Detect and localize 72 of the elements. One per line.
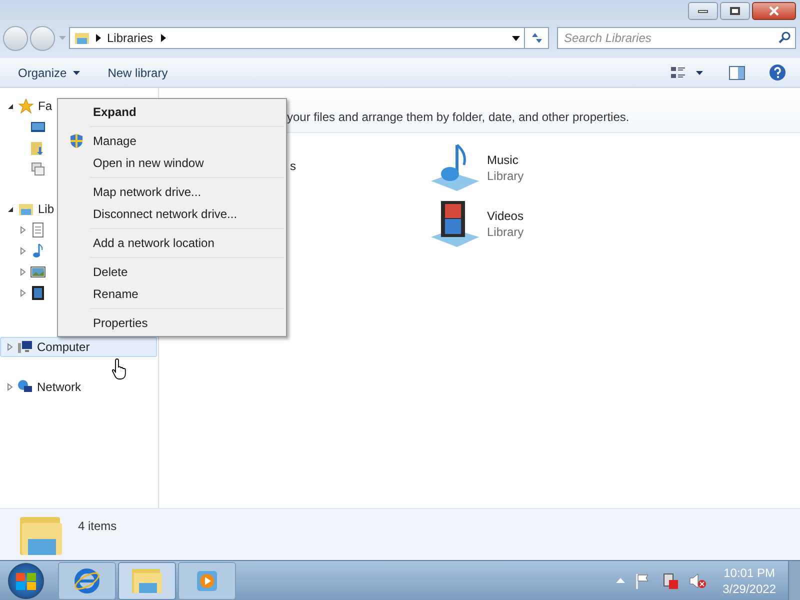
network-icon xyxy=(17,379,33,395)
dropdown-caret-icon[interactable] xyxy=(696,70,703,74)
restore-button[interactable] xyxy=(720,2,750,20)
menu-item[interactable]: Add a network location xyxy=(60,232,284,254)
toolbar-button[interactable]: New library xyxy=(98,60,178,84)
network-status-icon[interactable] xyxy=(660,572,679,590)
menu-item[interactable]: Open in new window xyxy=(60,152,284,174)
library-icon xyxy=(18,201,34,217)
shield-icon xyxy=(68,133,84,149)
close-button[interactable] xyxy=(752,2,796,20)
navigation-item[interactable]: Fa xyxy=(0,96,54,116)
menu-item[interactable]: Properties xyxy=(60,312,284,334)
navigation-item[interactable]: Lib xyxy=(0,199,56,219)
muted-speaker-icon[interactable] xyxy=(688,572,707,590)
toolbar-button[interactable]: Organize xyxy=(8,60,90,84)
flag-icon[interactable] xyxy=(634,572,651,588)
picture-icon xyxy=(30,264,46,280)
address-bar[interactable]: Libraries xyxy=(69,27,525,49)
expand-arrow-icon[interactable] xyxy=(20,288,26,296)
refresh-button[interactable] xyxy=(525,27,549,49)
view-options-icon[interactable] xyxy=(670,66,686,80)
computer-icon xyxy=(17,339,33,355)
expand-arrow-icon[interactable] xyxy=(20,246,26,254)
library-name[interactable]: Music xyxy=(487,152,524,168)
menu-item[interactable]: Delete xyxy=(60,261,284,283)
taskbar-button[interactable] xyxy=(58,562,116,600)
expand-arrow-icon[interactable] xyxy=(7,383,13,391)
collapse-arrow-icon[interactable] xyxy=(7,206,14,212)
help-icon[interactable] xyxy=(769,64,786,81)
library-description: your files and arrange them by folder, date, and other properties. xyxy=(287,109,630,126)
preview-pane-icon[interactable] xyxy=(729,66,745,80)
menu-item[interactable]: Expand xyxy=(60,101,284,123)
folder-icon xyxy=(30,140,46,156)
recent-places-icon xyxy=(30,160,46,176)
item-count: 4 items xyxy=(78,518,117,535)
library-type: Library xyxy=(487,224,524,240)
folder-icon xyxy=(131,566,163,594)
breadcrumb-arrow-icon[interactable] xyxy=(96,34,101,42)
navigation-item[interactable]: Network xyxy=(0,377,82,397)
film-icon xyxy=(30,284,46,300)
library-name[interactable]: Videos xyxy=(487,208,524,224)
breadcrumb-item[interactable]: Libraries xyxy=(107,29,154,47)
taskbar-button[interactable] xyxy=(118,562,176,600)
close-icon xyxy=(768,6,780,16)
minimize-button[interactable] xyxy=(688,2,718,20)
windows-logo xyxy=(15,570,37,590)
collapse-arrow-icon[interactable] xyxy=(7,102,14,110)
star-icon xyxy=(18,98,34,114)
hand-cursor-icon xyxy=(112,358,128,380)
music-library-icon xyxy=(429,143,481,193)
expand-arrow-icon[interactable] xyxy=(20,268,26,276)
browser-icon xyxy=(73,566,101,594)
menu-item[interactable]: Disconnect network drive... xyxy=(60,203,284,225)
library-type: Library xyxy=(487,168,524,184)
navigation-item[interactable]: Computer xyxy=(0,337,157,357)
dropdown-caret-icon[interactable] xyxy=(72,70,80,74)
refresh-icon xyxy=(530,32,544,44)
video-library-icon xyxy=(429,199,481,249)
search-icon[interactable] xyxy=(778,31,791,44)
menu-item[interactable]: Map network drive... xyxy=(60,181,284,203)
library-name[interactable]: s xyxy=(290,159,296,173)
menu-item[interactable]: Rename xyxy=(60,283,284,305)
document-icon xyxy=(30,222,46,238)
menu-item[interactable]: Manage xyxy=(60,130,284,152)
start-button[interactable] xyxy=(8,562,44,598)
search-field[interactable]: Search Libraries xyxy=(557,27,796,49)
expand-arrow-icon[interactable] xyxy=(20,226,26,234)
library-icon xyxy=(74,30,90,46)
media-player-icon xyxy=(195,568,219,592)
breadcrumb-arrow-icon[interactable] xyxy=(161,34,166,42)
expand-arrow-icon[interactable] xyxy=(7,343,13,351)
dropdown-caret-icon[interactable] xyxy=(512,36,520,40)
